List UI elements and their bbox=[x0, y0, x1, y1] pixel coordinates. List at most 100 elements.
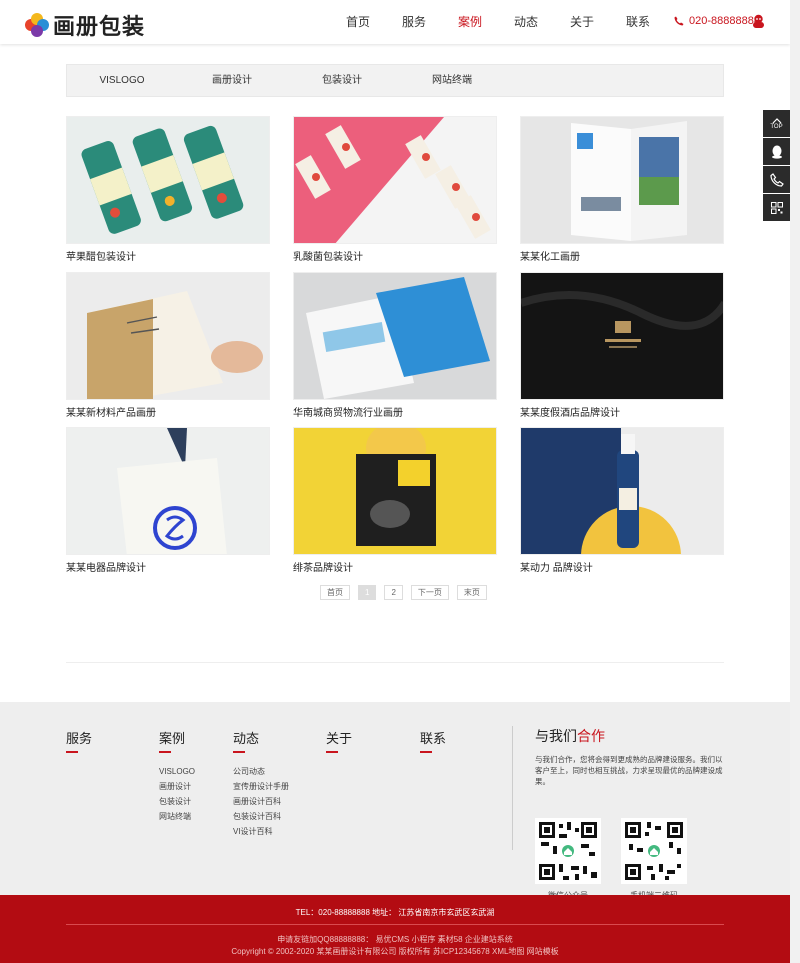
case-title[interactable]: 华南城商贸物流行业画册 bbox=[293, 408, 497, 420]
filter-vislogo[interactable]: VISLOGO bbox=[67, 65, 177, 96]
logo-text: 画册包装 bbox=[53, 15, 146, 40]
footer-col-news: 动态 公司动态 宣传册设计手册 画册设计百科 包装设计百科 VI设计百科 bbox=[233, 728, 289, 839]
footer-heading[interactable]: 服务 bbox=[66, 728, 92, 747]
footer-tel-address: TEL：020-88888888 地址： 江苏省南京市玄武区玄武湖 bbox=[295, 908, 495, 917]
page-scrollbar[interactable] bbox=[790, 0, 800, 963]
pager-next[interactable]: 下一页 bbox=[410, 585, 449, 600]
footer-heading[interactable]: 案例 bbox=[159, 728, 195, 747]
case-thumbnail[interactable] bbox=[66, 427, 270, 555]
nav-home[interactable]: 首页 bbox=[330, 0, 386, 44]
nav-news[interactable]: 动态 bbox=[498, 0, 554, 44]
nav-cases[interactable]: 案例 bbox=[442, 0, 498, 44]
case-thumbnail[interactable] bbox=[520, 116, 724, 244]
friend-links[interactable]: 申请友链加QQ88888888： 易优CMS 小程序 素材58 企业建站系统 bbox=[0, 934, 790, 945]
footer-col-case: 案例 VISLOGO 画册设计 包装设计 网站终端 bbox=[159, 728, 195, 824]
back-to-top-button[interactable]: TOP bbox=[763, 110, 790, 137]
case-title[interactable]: 绯茶品牌设计 bbox=[293, 563, 497, 575]
case-thumbnail[interactable] bbox=[293, 272, 497, 400]
filter-packaging[interactable]: 包装设计 bbox=[287, 65, 397, 96]
floating-sidebar: TOP bbox=[763, 110, 790, 222]
case-title[interactable]: 某动力 品牌设计 bbox=[520, 563, 724, 575]
cooperation-block: 与我们合作 与我们合作，您将会得到更成熟的品牌建设服务。我们以客户至上，同时也相… bbox=[535, 726, 725, 900]
bottom-divider bbox=[66, 924, 724, 925]
qr-code-icon bbox=[535, 818, 601, 884]
pager-page-1[interactable]: 1 bbox=[358, 585, 377, 600]
footer-col-about: 关于 bbox=[326, 728, 352, 764]
cooperation-text: 与我们合作，您将会得到更成熟的品牌建设服务。我们以客户至上，同时也相互挑战，力求… bbox=[535, 755, 723, 786]
footer-link[interactable]: 包装设计 bbox=[159, 794, 195, 809]
case-thumbnail[interactable] bbox=[66, 272, 270, 400]
filter-website[interactable]: 网站终端 bbox=[397, 65, 507, 96]
case-card[interactable]: 某某新材料产品画册 bbox=[66, 272, 270, 420]
case-title[interactable]: 乳酸菌包装设计 bbox=[293, 252, 497, 264]
heading-underline bbox=[420, 751, 432, 753]
logo-mark-icon bbox=[25, 13, 49, 37]
case-thumbnail[interactable] bbox=[520, 427, 724, 555]
pager-page-2[interactable]: 2 bbox=[384, 585, 403, 600]
case-thumbnail[interactable] bbox=[66, 116, 270, 244]
content-divider bbox=[66, 662, 724, 663]
pager-last[interactable]: 末页 bbox=[456, 585, 487, 600]
footer-link[interactable]: VI设计百科 bbox=[233, 824, 289, 839]
bottom-bar: TEL：020-88888888 地址： 江苏省南京市玄武区玄武湖 申请友链加Q… bbox=[0, 895, 790, 963]
footer-col-service: 服务 bbox=[66, 728, 92, 764]
case-title[interactable]: 某某新材料产品画册 bbox=[66, 408, 270, 420]
top-label: TOP bbox=[770, 123, 783, 130]
footer-link[interactable]: 网站终端 bbox=[159, 809, 195, 824]
footer-heading[interactable]: 联系 bbox=[420, 728, 446, 747]
case-card[interactable]: 乳酸菌包装设计 bbox=[293, 116, 497, 264]
case-card[interactable]: 某某电器品牌设计 bbox=[66, 427, 270, 575]
header-phone[interactable]: 020-88888888 bbox=[674, 15, 760, 27]
phone-icon bbox=[769, 172, 784, 187]
copyright: Copyright © 2002-2020 某某画册设计有限公司 版权所有 苏I… bbox=[231, 947, 559, 956]
qr-wechat: 微信公众号 bbox=[535, 818, 601, 901]
pager-first[interactable]: 首页 bbox=[320, 585, 350, 600]
footer-link[interactable]: 画册设计 bbox=[159, 779, 195, 794]
case-title[interactable]: 某某电器品牌设计 bbox=[66, 563, 270, 575]
footer-link[interactable]: 公司动态 bbox=[233, 764, 289, 779]
nav-contact[interactable]: 联系 bbox=[610, 0, 666, 44]
phone-number: 020-88888888 bbox=[689, 15, 760, 27]
footer-link[interactable]: 包装设计百科 bbox=[233, 809, 289, 824]
case-card[interactable]: 绯茶品牌设计 bbox=[293, 427, 497, 575]
qrcode-button[interactable] bbox=[763, 194, 790, 221]
qrcode-icon bbox=[770, 201, 783, 214]
case-title[interactable]: 苹果醋包装设计 bbox=[66, 252, 270, 264]
case-card[interactable]: 某某化工画册 bbox=[520, 116, 724, 264]
footer-heading[interactable]: 动态 bbox=[233, 728, 289, 747]
heading-underline bbox=[66, 751, 78, 753]
case-title[interactable]: 某某化工画册 bbox=[520, 252, 724, 264]
footer-link[interactable]: 宣传册设计手册 bbox=[233, 779, 289, 794]
heading-underline bbox=[159, 751, 171, 753]
case-card[interactable]: 华南城商贸物流行业画册 bbox=[293, 272, 497, 420]
page: 画册包装 首页 服务 案例 动态 关于 联系 020-88888888 VISL… bbox=[0, 0, 790, 963]
filter-brochure[interactable]: 画册设计 bbox=[177, 65, 287, 96]
case-card[interactable]: 苹果醋包装设计 bbox=[66, 116, 270, 264]
case-card[interactable]: 某动力 品牌设计 bbox=[520, 427, 724, 575]
site-header: 画册包装 首页 服务 案例 动态 关于 联系 020-88888888 bbox=[0, 0, 790, 44]
case-thumbnail[interactable] bbox=[520, 272, 724, 400]
phone-button[interactable] bbox=[763, 166, 790, 193]
qq-icon bbox=[771, 145, 782, 159]
footer-col-contact: 联系 bbox=[420, 728, 446, 764]
pagination: 首页 1 2 下一页 末页 bbox=[320, 585, 495, 600]
nav-service[interactable]: 服务 bbox=[386, 0, 442, 44]
heading-underline bbox=[233, 751, 245, 753]
footer-link[interactable]: 画册设计百科 bbox=[233, 794, 289, 809]
case-thumbnail[interactable] bbox=[293, 427, 497, 555]
case-title[interactable]: 某某度假酒店品牌设计 bbox=[520, 408, 724, 420]
nav-about[interactable]: 关于 bbox=[554, 0, 610, 44]
category-filter-bar: VISLOGO 画册设计 包装设计 网站终端 bbox=[66, 64, 724, 97]
footer-heading[interactable]: 关于 bbox=[326, 728, 352, 747]
footer-divider bbox=[512, 726, 513, 850]
qq-button[interactable] bbox=[763, 138, 790, 165]
case-card[interactable]: 某某度假酒店品牌设计 bbox=[520, 272, 724, 420]
case-thumbnail[interactable] bbox=[293, 116, 497, 244]
heading-underline bbox=[326, 751, 338, 753]
site-logo[interactable]: 画册包装 bbox=[25, 9, 145, 41]
user-icon[interactable] bbox=[752, 14, 765, 28]
main-nav: 首页 服务 案例 动态 关于 联系 bbox=[330, 0, 666, 44]
site-footer: 服务 案例 VISLOGO 画册设计 包装设计 网站终端 动态 公司动态 宣传册… bbox=[0, 702, 790, 900]
phone-icon bbox=[674, 16, 684, 26]
footer-link[interactable]: VISLOGO bbox=[159, 764, 195, 779]
